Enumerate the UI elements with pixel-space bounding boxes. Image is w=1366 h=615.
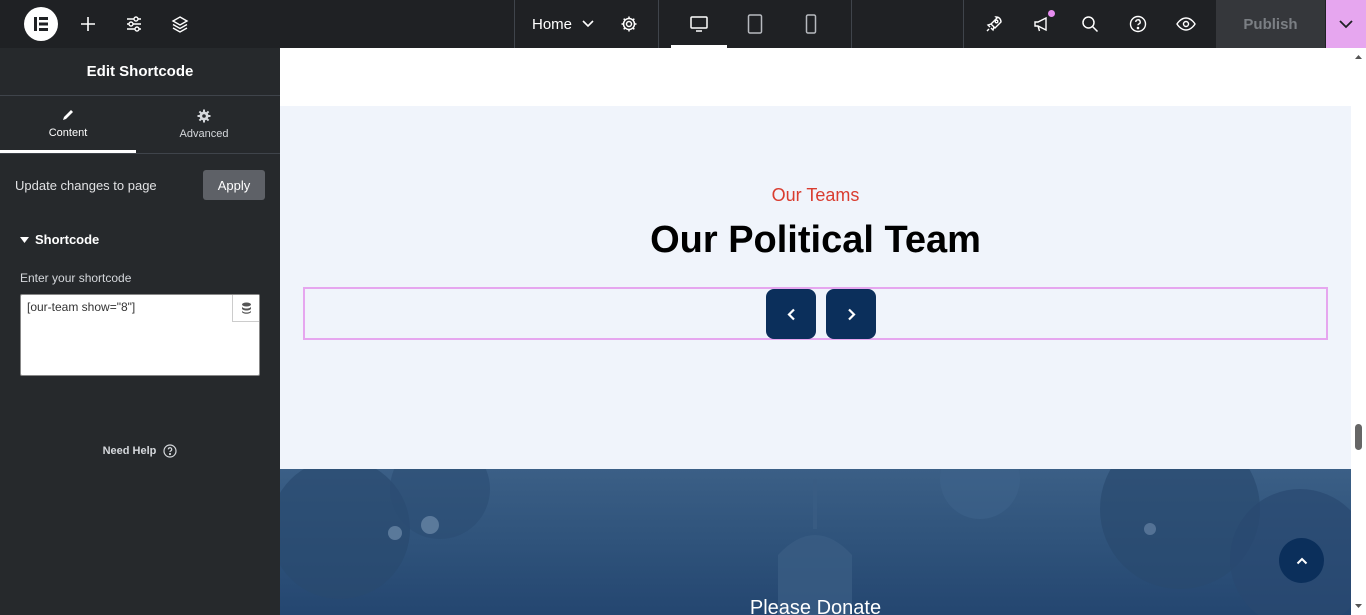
- section-eyebrow: Our Teams: [771, 185, 860, 205]
- shortcode-textarea[interactable]: [our-team show="8"]: [20, 294, 260, 376]
- scroll-up-arrow-icon: [1355, 55, 1362, 59]
- update-row: Update changes to page Apply: [0, 154, 280, 216]
- plus-icon[interactable]: [76, 0, 100, 48]
- publish-options-button[interactable]: [1326, 0, 1366, 48]
- page-selector[interactable]: Home: [532, 0, 594, 48]
- sliders-icon[interactable]: [122, 0, 146, 48]
- chevron-up-icon: [1296, 557, 1307, 564]
- capitol-background-image: [280, 469, 1351, 615]
- tablet-icon[interactable]: [743, 0, 767, 48]
- gear-icon: [197, 109, 211, 123]
- chevron-left-icon: [786, 308, 795, 320]
- search-icon[interactable]: [1078, 0, 1102, 48]
- tab-label: Content: [48, 126, 88, 139]
- chevron-down-icon: [582, 20, 594, 28]
- update-text: Update changes to page: [15, 177, 157, 193]
- chevron-right-icon: [847, 308, 856, 320]
- help-icon: [163, 444, 177, 458]
- carousel-prev-button[interactable]: [766, 289, 816, 339]
- scrollbar-thumb[interactable]: [1355, 424, 1362, 450]
- caret-down-icon: [20, 236, 29, 243]
- apply-button[interactable]: Apply: [203, 170, 265, 200]
- page-name: Home: [532, 15, 573, 33]
- scroll-down-arrow-icon: [1355, 604, 1362, 608]
- page-canvas: Our Teams Our Political Team Please Dona…: [280, 48, 1351, 615]
- panel-title: Edit Shortcode: [0, 48, 280, 96]
- canvas-scrollbar[interactable]: [1351, 48, 1366, 615]
- pencil-icon: [63, 109, 73, 120]
- section-title: Shortcode: [35, 232, 100, 247]
- shortcode-section-toggle[interactable]: Shortcode: [0, 232, 280, 247]
- chevron-down-icon: [1339, 19, 1353, 28]
- tab-label: Advanced: [179, 128, 229, 140]
- dynamic-tags-icon[interactable]: [232, 295, 259, 322]
- panel-tabs: Content Advanced: [0, 96, 280, 154]
- field-label: Enter your shortcode: [20, 271, 132, 285]
- publish-button[interactable]: Publish: [1216, 0, 1325, 48]
- eye-icon[interactable]: [1174, 0, 1198, 48]
- notification-dot: [1048, 10, 1055, 17]
- layers-icon[interactable]: [168, 0, 192, 48]
- shortcode-value: [our-team show="8"]: [27, 300, 136, 314]
- editor-panel: Edit Shortcode Content Advanced Update c…: [0, 48, 280, 615]
- tab-content[interactable]: Content: [0, 96, 136, 153]
- mobile-icon[interactable]: [799, 0, 823, 48]
- desktop-icon[interactable]: [687, 0, 711, 48]
- divider: [658, 0, 659, 48]
- scroll-to-top-button[interactable]: [1279, 538, 1324, 583]
- gear-icon[interactable]: [617, 0, 641, 48]
- divider: [851, 0, 852, 48]
- divider: [963, 0, 964, 48]
- tab-advanced[interactable]: Advanced: [136, 96, 272, 153]
- help-icon[interactable]: [1126, 0, 1150, 48]
- divider: [514, 0, 515, 48]
- section-heading: Our Political Team: [650, 219, 981, 261]
- team-section: Our Teams Our Political Team: [280, 106, 1351, 469]
- donate-title: Please Donate: [749, 597, 882, 615]
- donate-section: Please Donate: [280, 469, 1351, 615]
- need-help-label: Need Help: [102, 445, 157, 457]
- need-help-link[interactable]: Need Help: [0, 444, 280, 458]
- carousel-next-button[interactable]: [826, 289, 876, 339]
- megaphone-icon[interactable]: [1030, 0, 1054, 48]
- elementor-logo-icon[interactable]: [24, 7, 58, 41]
- rocket-icon[interactable]: [982, 0, 1006, 48]
- editor-topbar: Home Publish: [0, 0, 1366, 48]
